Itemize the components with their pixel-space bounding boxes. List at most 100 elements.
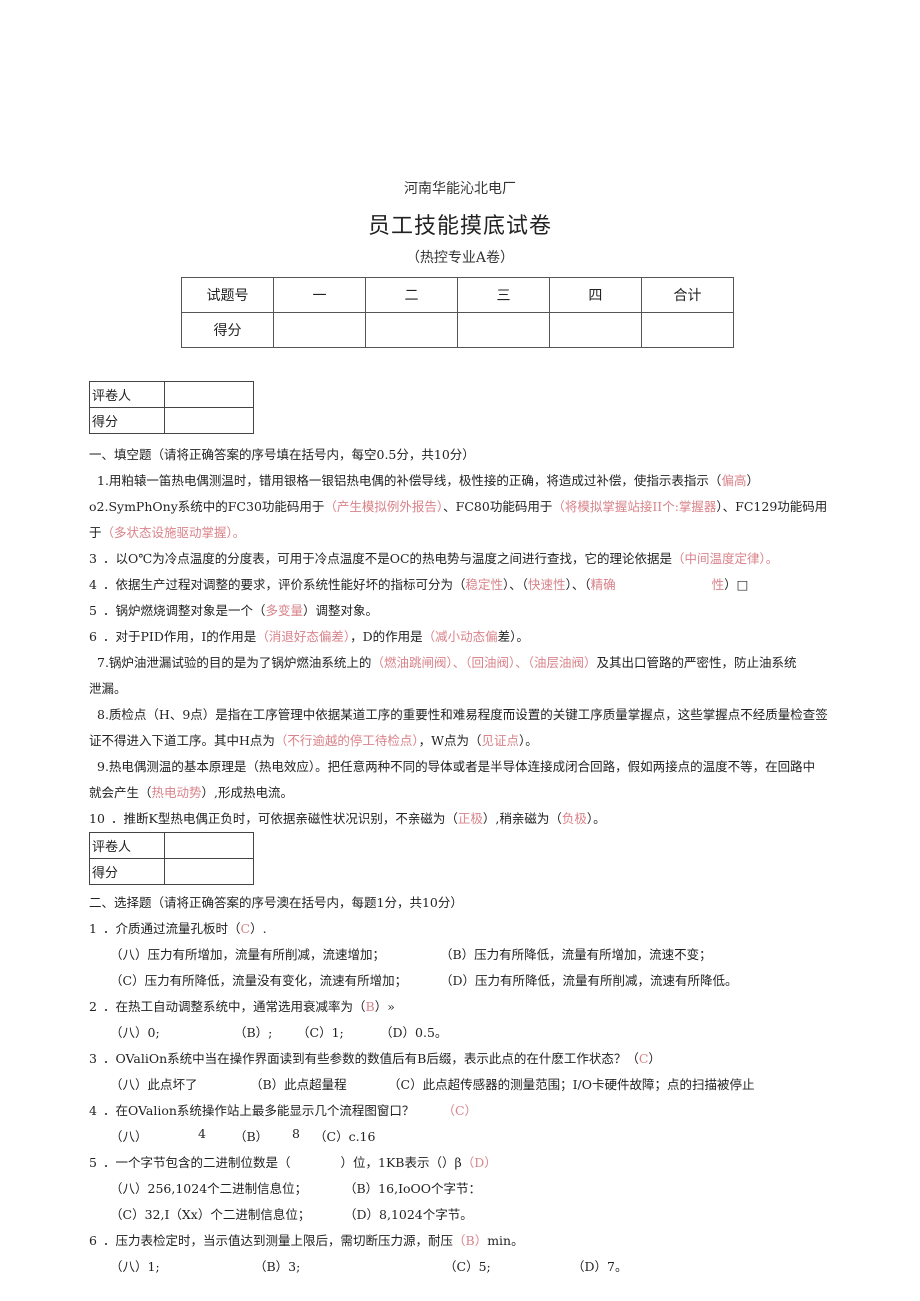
score-header-cell: 三 (456, 277, 550, 313)
s1-question-7: 7.锅炉油泄漏试验的目的是为了锅炉燃油系统上的（燃油跳闸阀）、（回油阀）、（油层… (97, 652, 796, 671)
answer-text: B (365, 999, 375, 1014)
answer-text: （产生模拟例外报告） (324, 499, 444, 514)
option-c: （C）5; (444, 1259, 491, 1274)
question-text: ．以O℃为冷点温度的分度表，可用于冷点温度不是OC的热电势与温度之间进行查找，它… (103, 551, 673, 566)
answer-text: 见证点 (481, 733, 520, 748)
grader-box-section2: 评卷人 得分 (89, 832, 254, 885)
question-text: 及其出口管路的严密性，防止油系统 (596, 655, 797, 670)
question-text: ） (648, 1051, 661, 1066)
question-number: 6 (89, 629, 97, 644)
option-b-label: （B） (234, 1129, 269, 1144)
question-text: 就会产生（ (89, 785, 152, 800)
s1-question-2: o2.SymPhOny系统中的FC30功能码用于（产生模拟例外报告）、FC80功… (89, 496, 827, 515)
answer-text: （C） (442, 1103, 478, 1118)
option-a: （八）1; (110, 1259, 160, 1274)
s1-question-8: 8.质检点（H、9点）是指在工序管理中依据某道工序的重要性和难易程度而设置的关键… (97, 707, 828, 722)
question-number: 5 (89, 603, 97, 618)
question-text: 1.用粕辕一笛热电偶测温时，错用银格一银铝热电偶的补偿导线，极性接的正确，将造成… (97, 473, 722, 488)
question-number: 3 (89, 551, 97, 566)
answer-text: 精确 (590, 577, 616, 592)
s1-question-10: 10 ．推断K型热电偶正负时，可依据亲磁性状况识别，不亲磁为（正极）,稍亲磁为（负… (89, 808, 606, 827)
option-b: （B）3; (254, 1259, 301, 1274)
grader-label: 评卷人 (89, 381, 165, 408)
answer-text: 偏高 (721, 473, 747, 488)
question-text: ）□ (724, 577, 749, 592)
question-text: ．对于PID作用，I的作用是 (103, 629, 257, 644)
question-text: ）。 (519, 733, 538, 748)
s2-question-6: 6 ．压力表检定时，当示值达到测量上限后，需切断压力源，耐压（B）min。 (89, 1230, 524, 1249)
option-c: （C）1; (297, 1025, 344, 1040)
score-table-score-row: 得分 (181, 312, 735, 348)
answer-text: 负极 (561, 811, 587, 826)
option-a: （八）256,1024个二进制信息位； (110, 1181, 308, 1196)
answer-text: 稳定性 (465, 577, 504, 592)
question-text: ）、（ (503, 577, 529, 592)
exam-title: 员工技能摸底试卷 (367, 214, 552, 239)
question-text: ．依据生产过程对调整的要求，评价系统性能好坏的指标可分为（ (103, 577, 466, 592)
question-number: 2 (89, 999, 97, 1014)
option-b: （B）; (234, 1025, 273, 1040)
option-a-value: 4 (198, 1126, 206, 1141)
option-c: （C）32,I（Xx）个二进制信息位； (110, 1207, 311, 1222)
score-row-label: 得分 (181, 312, 274, 348)
score-header-cell: 二 (364, 277, 458, 313)
question-text: min。 (487, 1233, 524, 1248)
grader-box-section1: 评卷人 得分 (89, 381, 254, 434)
option-d: （D）压力有所降低，流量有所削减，流速有所降低。 (440, 973, 738, 988)
grader-score-value (164, 407, 254, 434)
option-b-value: 8 (292, 1126, 300, 1141)
option-a: （八）0; (110, 1025, 160, 1040)
question-text: 于 (89, 525, 102, 540)
grader-value (164, 832, 254, 859)
answer-text: 性 (711, 577, 725, 592)
question-text: ）,形成热电流。 (201, 785, 294, 800)
answer-text: （D） (461, 1155, 497, 1170)
option-c: （C）此点超传感器的测量范围；I/O卡硬件故障；点的扫描被停止 (388, 1077, 755, 1092)
question-text: ．推断K型热电偶正负时，可依据亲磁性状况识别，不亲磁为（ (111, 811, 458, 826)
grader-label: 评卷人 (89, 832, 165, 859)
question-text: ）。 (586, 811, 606, 826)
question-number: 4 (89, 577, 97, 592)
question-text: ）调整对象。 (303, 603, 379, 618)
answer-text: （多状态设施驱动掌握）。 (101, 525, 246, 540)
s1-question-5: 5 ．锅炉燃烧调整对象是一个（多变量）调整对象。 (89, 600, 378, 619)
question-text: 差）。 (497, 629, 529, 644)
question-text: ）、FC129功能码用 (716, 499, 828, 514)
organization-name: 河南华能沁北电厂 (404, 181, 516, 197)
answer-text: （中间温度定律）。 (672, 551, 779, 566)
option-a-label: （八） (110, 1129, 148, 1144)
answer-text: 热电动势 (151, 785, 202, 800)
answer-text: （B） (453, 1233, 488, 1248)
question-text: ）,稍亲磁为（ (482, 811, 562, 826)
s2-question-3: 3 ．OValiOn系统中当在操作界面读到有些参数的数值后有B后缀，表示此点的在什… (89, 1048, 661, 1067)
question-number: 6 (89, 1233, 97, 1248)
option-a: （八）压力有所增加，流量有所削减，流速增加； (110, 947, 386, 962)
answer-text: （不行逾越的停工待检点） (274, 733, 419, 748)
question-text: ）. (250, 921, 267, 936)
answer-text: 快速性 (528, 577, 566, 592)
question-text: ．一个字节包含的二进制位数是（ ）位，1KB表示（）β (103, 1155, 462, 1170)
exam-subtitle: （热控专业A卷） (405, 250, 515, 266)
question-number: 4 (89, 1103, 97, 1118)
score-cell (456, 312, 550, 348)
question-text: ．在热工自动调整系统中，通常选用衰减率为（ (103, 999, 366, 1014)
score-cell (548, 312, 642, 348)
grader-score-label: 得分 (89, 858, 165, 885)
score-header-cell: 合计 (640, 277, 735, 313)
question-text: ，W点为（ (418, 733, 482, 748)
s2-question-1: 1 ．介质通过流量孔板时（C）. (89, 918, 267, 937)
question-number: 1 (89, 921, 97, 936)
s1-question-2-cont: 于（多状态设施驱动掌握）。 (89, 522, 245, 541)
answer-text: 正极 (457, 811, 483, 826)
s1-question-8-cont: 证不得进入下道工序。其中H点为（不行逾越的停工待检点），W点为（见证点）。 (89, 730, 538, 749)
answer-text: （燃油跳闸阀）、（回油阀）、（油层油阀） (371, 655, 597, 670)
section2-heading: 二、选择题（请将正确答案的序号澳在括号内，每题1分，共10分） (89, 895, 463, 910)
question-text: ）» (374, 999, 395, 1014)
question-text: ．介质通过流量孔板时（ (103, 921, 241, 936)
option-b: （B）此点超量程 (250, 1077, 347, 1092)
score-cell (640, 312, 735, 348)
answer-text: （消退好态偏差） (256, 629, 351, 644)
answer-text: C (638, 1051, 649, 1066)
s1-question-7-cont: 泄漏。 (89, 681, 127, 696)
grader-score-label: 得分 (89, 407, 165, 434)
